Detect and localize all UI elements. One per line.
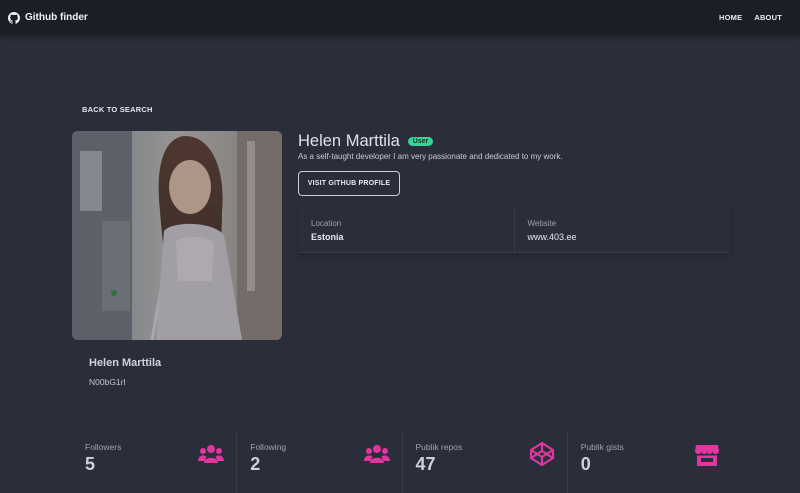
stat-public-repos: Publik repos 47: [401, 431, 567, 493]
stat-public-gists: Publik gists 0: [566, 431, 732, 493]
card-name: Helen Marttila: [89, 357, 162, 369]
store-icon: [695, 445, 719, 466]
stat-following: Following 2: [236, 431, 401, 493]
user-type-badge: User: [407, 137, 434, 146]
codepen-icon: [529, 441, 554, 467]
name-row: Helen Marttila User: [298, 132, 434, 151]
brand[interactable]: Github finder: [8, 11, 88, 24]
website-link[interactable]: www.403.ee: [528, 232, 731, 242]
nav-home-link[interactable]: HOME: [713, 7, 748, 28]
stat-followers: Followers 5: [72, 431, 236, 493]
user-bio: As a self-taught developer I am very pas…: [298, 152, 563, 161]
user-name: Helen Marttila: [298, 132, 400, 150]
location-value: Estonia: [311, 232, 344, 242]
visit-github-profile-button[interactable]: VISIT GITHUB PROFILE: [298, 171, 400, 196]
nav-about-link[interactable]: ABOUT: [748, 7, 788, 28]
navbar: Github finder HOME ABOUT: [0, 0, 800, 35]
brand-title: Github finder: [25, 12, 88, 23]
back-to-search-link[interactable]: BACK TO SEARCH: [78, 101, 157, 118]
info-box: Location Estonia Website www.403.ee: [298, 207, 730, 253]
website-cell: Website www.403.ee: [513, 207, 731, 252]
location-label: Location: [311, 219, 342, 228]
stats-bar: Followers 5 Following 2 Publik repos 47: [72, 431, 732, 493]
website-label: Website: [527, 219, 557, 228]
github-icon: [8, 11, 20, 24]
location-cell: Location Estonia: [298, 207, 514, 252]
users-icon: [363, 445, 390, 463]
avatar: [72, 131, 282, 340]
card-login: N00bG1rl: [89, 377, 126, 387]
users-icon: [198, 445, 225, 463]
nav-links: HOME ABOUT: [713, 7, 788, 28]
